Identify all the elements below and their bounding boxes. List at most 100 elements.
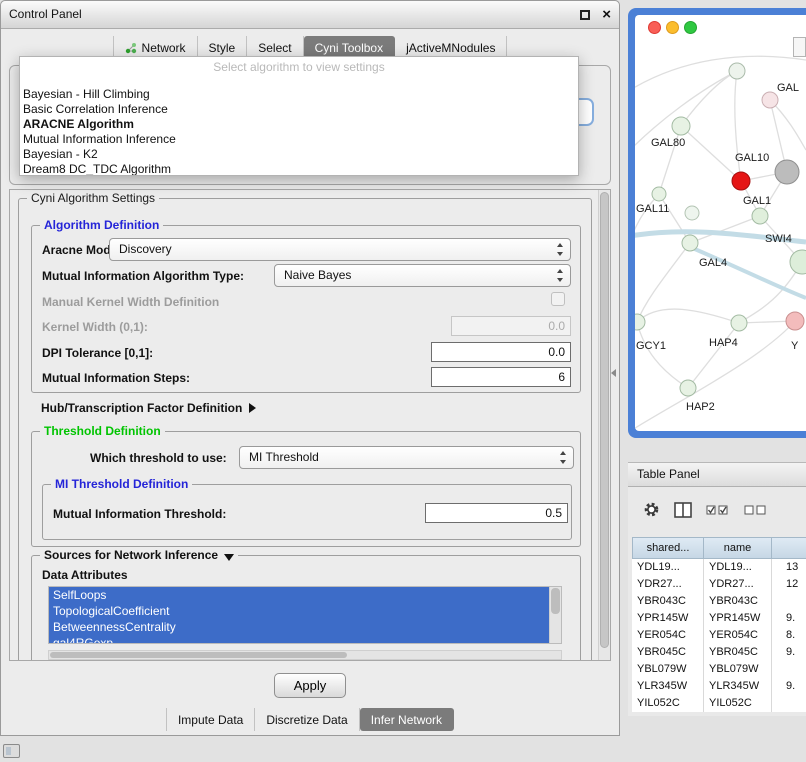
- zoom-traffic-light[interactable]: [684, 21, 697, 34]
- popup-item[interactable]: Bayesian - Hill Climbing: [20, 87, 578, 102]
- panel-collapse-arrow-icon[interactable]: [611, 369, 616, 377]
- tab-impute-data[interactable]: Impute Data: [166, 708, 255, 731]
- mi-type-combo[interactable]: Naive Bayes: [274, 264, 571, 287]
- network-node[interactable]: [685, 206, 699, 220]
- scrollbar-thumb[interactable]: [600, 192, 609, 648]
- control-panel-title: Control Panel: [9, 7, 82, 21]
- kernel-width-label: Kernel Width (0,1):: [42, 320, 148, 335]
- settings-vertical-scrollbar[interactable]: [598, 190, 610, 660]
- column-header[interactable]: shared...: [632, 537, 704, 559]
- column-header[interactable]: [772, 537, 806, 559]
- list-item[interactable]: BetweennessCentrality: [49, 619, 549, 635]
- which-threshold-label: Which threshold to use:: [90, 451, 227, 466]
- threshold-definition-group: Threshold Definition Which threshold to …: [31, 431, 581, 547]
- network-icon: [125, 42, 137, 54]
- network-view-window: GAL GAL80 GAL10 GAL11 GAL1 SWI4 GAL4 GCY…: [628, 8, 806, 438]
- list-item[interactable]: SelfLoops: [49, 587, 549, 603]
- expander-right-icon: [249, 403, 256, 413]
- mi-threshold-label: Mutual Information Threshold:: [53, 507, 226, 522]
- table-row[interactable]: YLR345W YLR345W 9.: [632, 678, 806, 695]
- network-node-swi4[interactable]: [790, 250, 806, 274]
- node-label: HAP2: [686, 401, 715, 413]
- table-panel-titlebar: Table Panel: [628, 462, 806, 487]
- network-node-hap2[interactable]: [680, 380, 696, 396]
- aracne-mode-combo[interactable]: Discovery: [109, 238, 571, 261]
- table-row[interactable]: YIL052C YIL052C: [632, 695, 806, 712]
- mi-steps-label: Mutual Information Steps:: [42, 371, 190, 386]
- select-all-checkboxes-icon[interactable]: [706, 504, 730, 516]
- table-toolbar: [643, 501, 768, 518]
- network-node-labels: GAL GAL80 GAL10 GAL11 GAL1 SWI4 GAL4 GCY…: [636, 82, 799, 413]
- control-panel-window: Control Panel × Network Style Select Cyn…: [0, 0, 620, 736]
- panel-toggle-icon[interactable]: [3, 744, 20, 758]
- node-label: GAL11: [636, 203, 669, 215]
- popup-item-selected[interactable]: ARACNE Algorithm: [20, 117, 578, 132]
- network-graph[interactable]: GAL GAL80 GAL10 GAL11 GAL1 SWI4 GAL4 GCY…: [635, 35, 806, 431]
- node-label: GAL10: [735, 152, 769, 164]
- close-traffic-light[interactable]: [648, 21, 661, 34]
- scrollbar-thumb[interactable]: [551, 588, 560, 614]
- scrollbar-thumb[interactable]: [50, 652, 347, 658]
- network-canvas-area[interactable]: GAL GAL80 GAL10 GAL11 GAL1 SWI4 GAL4 GCY…: [635, 15, 806, 431]
- network-node-red-gal10[interactable]: [732, 172, 750, 190]
- kernel-width-field[interactable]: 0.0: [451, 316, 571, 336]
- group-title: MI Threshold Definition: [51, 477, 192, 491]
- which-threshold-combo[interactable]: MI Threshold: [239, 446, 574, 469]
- popup-item[interactable]: Dream8 DC_TDC Algorithm: [20, 162, 578, 176]
- table-row[interactable]: YBR045C YBR045C 9.: [632, 644, 806, 661]
- popup-item[interactable]: Mutual Information Inference: [20, 132, 578, 147]
- list-item[interactable]: gal4RGexp: [49, 635, 549, 644]
- table-row[interactable]: YBL079W YBL079W: [632, 661, 806, 678]
- network-node-hap4[interactable]: [731, 315, 747, 331]
- close-icon[interactable]: ×: [602, 1, 611, 28]
- popup-item[interactable]: Bayesian - K2: [20, 147, 578, 162]
- tab-discretize-data[interactable]: Discretize Data: [255, 708, 359, 731]
- node-label: Y: [791, 340, 799, 352]
- apply-button[interactable]: Apply: [274, 673, 346, 698]
- mi-steps-field[interactable]: 6: [431, 367, 571, 387]
- network-node-pink[interactable]: [786, 312, 804, 330]
- control-panel-titlebar: Control Panel ×: [1, 1, 619, 29]
- combo-arrows-icon: [559, 451, 568, 464]
- table-row[interactable]: YDL19... YDL19... 13: [632, 559, 806, 576]
- popup-item[interactable]: Basic Correlation Inference: [20, 102, 578, 117]
- network-node[interactable]: [762, 92, 778, 108]
- column-header[interactable]: name: [704, 537, 772, 559]
- network-node-gal4[interactable]: [682, 235, 698, 251]
- float-window-icon[interactable]: [580, 10, 590, 20]
- dpi-tolerance-label: DPI Tolerance [0,1]:: [42, 346, 153, 361]
- hub-definition-expander[interactable]: Hub/Transcription Factor Definition: [41, 401, 256, 415]
- columns-icon[interactable]: [674, 502, 692, 518]
- data-attributes-label: Data Attributes: [42, 568, 128, 583]
- group-title: Cyni Algorithm Settings: [27, 191, 159, 205]
- network-node-gal80[interactable]: [672, 117, 690, 135]
- mi-threshold-field[interactable]: 0.5: [425, 503, 568, 523]
- network-node-gal1[interactable]: [752, 208, 768, 224]
- table-row[interactable]: YPR145W YPR145W 9.: [632, 610, 806, 627]
- group-title: Threshold Definition: [40, 424, 165, 438]
- table-row[interactable]: YDR27... YDR27... 12: [632, 576, 806, 593]
- popup-placeholder: Select algorithm to view settings: [20, 60, 578, 74]
- network-node[interactable]: [729, 63, 745, 79]
- clear-all-checkboxes-icon[interactable]: [744, 504, 768, 516]
- table-row[interactable]: YER054C YER054C 8.: [632, 627, 806, 644]
- manual-kernel-checkbox[interactable]: [551, 292, 565, 306]
- mi-threshold-group: MI Threshold Definition Mutual Informati…: [42, 484, 572, 540]
- list-horizontal-scrollbar[interactable]: [48, 650, 562, 660]
- network-node-gal11[interactable]: [652, 187, 666, 201]
- list-item[interactable]: TopologicalCoefficient: [49, 603, 549, 619]
- list-vertical-scrollbar[interactable]: [549, 587, 561, 643]
- dpi-tolerance-field[interactable]: 0.0: [431, 342, 571, 362]
- network-node-selected-gray[interactable]: [775, 160, 799, 184]
- combo-arrows-icon: [556, 243, 565, 256]
- gear-icon[interactable]: [643, 501, 660, 518]
- sources-expander[interactable]: Sources for Network Inference: [40, 548, 238, 562]
- tab-infer-network[interactable]: Infer Network: [360, 708, 454, 731]
- minimize-traffic-light[interactable]: [666, 21, 679, 34]
- node-attribute-table: shared... name YDL19... YDL19... 13 YDR2…: [632, 537, 806, 712]
- node-label: GCY1: [636, 340, 666, 352]
- algorithm-definition-group: Algorithm Definition Aracne Mode: Discov…: [31, 225, 581, 393]
- table-row[interactable]: YBR043C YBR043C: [632, 593, 806, 610]
- control-panel-bottom-tabs: Impute Data Discretize Data Infer Networ…: [1, 708, 619, 731]
- node-label: GAL1: [743, 195, 771, 207]
